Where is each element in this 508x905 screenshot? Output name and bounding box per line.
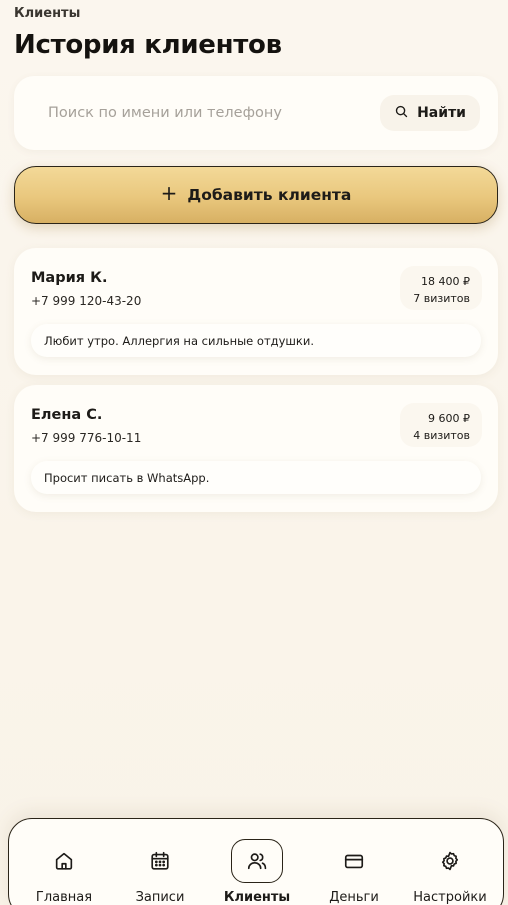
home-icon [53, 850, 75, 872]
gear-icon [439, 850, 461, 872]
client-stats: 9 600 ₽ 4 визитов [400, 403, 482, 447]
tab-label: Главная [35, 890, 93, 905]
client-note: Просит писать в WhatsApp. [31, 461, 481, 494]
search-card: Найти [14, 76, 498, 150]
tab-label: Клиенты [223, 890, 291, 905]
client-note: Любит утро. Аллергия на сильные отдушки. [31, 324, 481, 357]
tab-label: Записи [135, 890, 185, 905]
calendar-icon [149, 850, 171, 872]
client-phone: +7 999 776-10-11 [31, 431, 142, 445]
add-client-button[interactable]: + Добавить клиента [14, 166, 498, 224]
client-card[interactable]: Мария К. +7 999 120-43-20 18 400 ₽ 7 виз… [14, 248, 498, 375]
card-icon [343, 850, 365, 872]
client-visit-count: 4 визитов [413, 429, 470, 442]
client-card[interactable]: Елена С. +7 999 776-10-11 9 600 ₽ 4 визи… [14, 385, 498, 512]
search-button[interactable]: Найти [380, 95, 480, 131]
clients-page: Клиенты История клиентов Найти + Добавит… [0, 0, 508, 905]
plus-icon: + [160, 181, 178, 205]
client-name: Елена С. [31, 407, 103, 423]
breadcrumb[interactable]: Клиенты [14, 6, 80, 21]
search-button-label: Найти [417, 105, 466, 121]
add-client-label: Добавить клиента [187, 186, 352, 204]
tab-home[interactable]: Главная [16, 819, 112, 905]
users-icon [246, 850, 268, 872]
tab-label: Деньги [329, 890, 379, 905]
search-input[interactable] [34, 93, 386, 133]
tab-settings[interactable]: Настройки [402, 819, 498, 905]
client-phone: +7 999 120-43-20 [31, 294, 142, 308]
page-title: История клиентов [14, 30, 282, 60]
tab-clients[interactable]: Клиенты [209, 819, 305, 905]
client-total-amount: 18 400 ₽ [421, 275, 470, 288]
search-icon [394, 104, 409, 123]
tab-money[interactable]: Деньги [306, 819, 402, 905]
tab-label: Настройки [413, 890, 487, 905]
client-stats: 18 400 ₽ 7 визитов [400, 266, 482, 310]
client-visit-count: 7 визитов [413, 292, 470, 305]
bottom-tab-bar: Главная Записи Клиенты Деньги Настройки [8, 818, 504, 905]
client-name: Мария К. [31, 270, 108, 286]
tab-appointments[interactable]: Записи [112, 819, 208, 905]
client-total-amount: 9 600 ₽ [428, 412, 470, 425]
